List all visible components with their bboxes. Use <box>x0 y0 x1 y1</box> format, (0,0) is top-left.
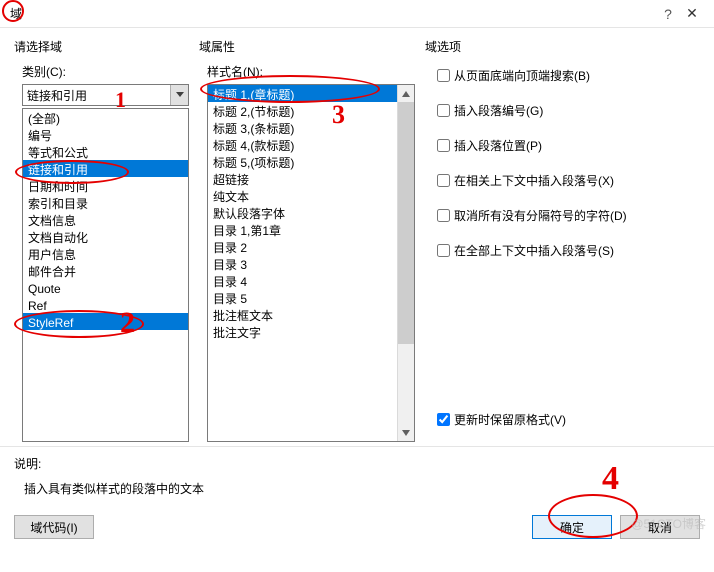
list-item[interactable]: Quote <box>23 279 188 296</box>
scroll-down-icon[interactable] <box>398 424 414 441</box>
select-field-label: 请选择域 <box>14 38 189 55</box>
list-item[interactable]: 超链接 <box>208 170 397 187</box>
list-item[interactable]: 目录 3 <box>208 255 397 272</box>
list-item[interactable]: 目录 5 <box>208 289 397 306</box>
scroll-up-icon[interactable] <box>398 85 414 102</box>
list-item[interactable]: 批注框文本 <box>208 306 397 323</box>
option-label: 取消所有没有分隔符号的字符(D) <box>454 207 627 224</box>
list-item[interactable]: 标题 5,(项标题) <box>208 153 397 170</box>
scroll-thumb[interactable] <box>398 102 414 344</box>
category-combo-text: 链接和引用 <box>23 85 170 105</box>
field-options-label: 域选项 <box>425 38 700 55</box>
field-name-listbox[interactable]: (全部)编号等式和公式链接和引用日期和时间索引和目录文档信息文档自动化用户信息邮… <box>22 108 189 442</box>
list-item[interactable]: (全部) <box>23 109 188 126</box>
list-item[interactable]: 批注文字 <box>208 323 397 340</box>
option-label: 在全部上下文中插入段落号(S) <box>454 242 614 259</box>
style-name-listbox[interactable]: 标题 1,(章标题)标题 2,(节标题)标题 3,(条标题)标题 4,(款标题)… <box>207 84 415 442</box>
style-name-label: 样式名(N): <box>199 63 415 80</box>
field-codes-button[interactable]: 域代码(I) <box>14 515 94 539</box>
list-item[interactable]: 目录 4 <box>208 272 397 289</box>
option-checkbox[interactable] <box>437 244 450 257</box>
list-item[interactable]: 目录 2 <box>208 238 397 255</box>
chevron-down-icon[interactable] <box>170 85 188 105</box>
list-item[interactable]: 目录 1,第1章 <box>208 221 397 238</box>
list-item[interactable]: 纯文本 <box>208 187 397 204</box>
option-checkbox[interactable] <box>437 69 450 82</box>
preserve-format-label: 更新时保留原格式(V) <box>454 411 566 428</box>
list-item[interactable]: StyleRef <box>23 313 188 330</box>
list-item[interactable]: 用户信息 <box>23 245 188 262</box>
list-item[interactable]: 默认段落字体 <box>208 204 397 221</box>
list-item[interactable]: 索引和目录 <box>23 194 188 211</box>
option-label: 插入段落编号(G) <box>454 102 543 119</box>
list-item[interactable]: 文档信息 <box>23 211 188 228</box>
option-checkbox[interactable] <box>437 104 450 117</box>
watermark: @51CTO博客 <box>631 515 706 532</box>
list-item[interactable]: 链接和引用 <box>23 160 188 177</box>
field-properties-label: 域属性 <box>199 38 415 55</box>
description-text: 插入具有类似样式的段落中的文本 <box>14 480 700 497</box>
list-item[interactable]: 日期和时间 <box>23 177 188 194</box>
list-item[interactable]: 标题 3,(条标题) <box>208 119 397 136</box>
list-item[interactable]: 标题 1,(章标题) <box>208 85 397 102</box>
option-checkbox[interactable] <box>437 174 450 187</box>
option-label: 插入段落位置(P) <box>454 137 542 154</box>
list-item[interactable]: 标题 2,(节标题) <box>208 102 397 119</box>
list-item[interactable]: Ref <box>23 296 188 313</box>
dialog-title: 域 <box>10 5 656 22</box>
help-icon[interactable]: ? <box>656 6 680 22</box>
list-item[interactable]: 等式和公式 <box>23 143 188 160</box>
scrollbar[interactable] <box>397 85 414 441</box>
category-combo[interactable]: 链接和引用 <box>22 84 189 106</box>
description-label: 说明: <box>14 455 700 472</box>
close-icon[interactable]: ✕ <box>680 5 704 22</box>
list-item[interactable]: 编号 <box>23 126 188 143</box>
option-checkbox[interactable] <box>437 209 450 222</box>
option-checkbox[interactable] <box>437 139 450 152</box>
option-label: 在相关上下文中插入段落号(X) <box>454 172 614 189</box>
option-label: 从页面底端向顶端搜索(B) <box>454 67 590 84</box>
preserve-format-checkbox[interactable] <box>437 413 450 426</box>
list-item[interactable]: 邮件合并 <box>23 262 188 279</box>
ok-button[interactable]: 确定 <box>532 515 612 539</box>
list-item[interactable]: 文档自动化 <box>23 228 188 245</box>
list-item[interactable]: 标题 4,(款标题) <box>208 136 397 153</box>
category-label: 类别(C): <box>14 63 189 80</box>
